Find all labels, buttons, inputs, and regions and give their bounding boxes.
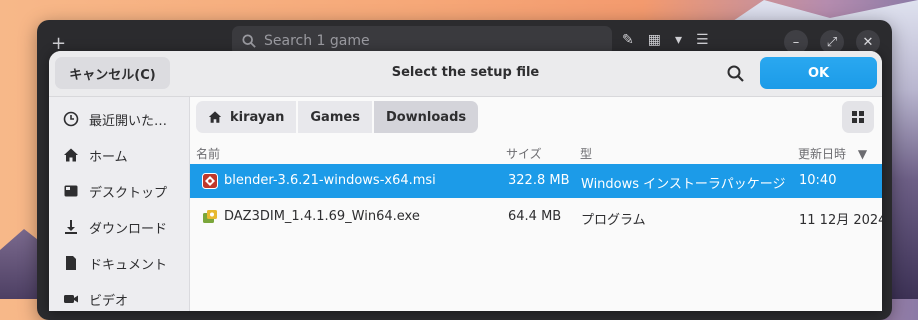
- search-icon[interactable]: [725, 63, 747, 85]
- grid-view-icon[interactable]: ▦: [648, 32, 661, 48]
- sidebar-item-home[interactable]: ホーム: [63, 145, 128, 165]
- breadcrumb: kirayan Games Downloads: [196, 101, 479, 133]
- tools-icon[interactable]: ✎: [622, 32, 634, 48]
- file-size: 64.4 MB: [508, 209, 562, 224]
- sidebar-item-label: ドキュメント: [89, 257, 168, 273]
- file-modified: 11 12月 2024: [799, 213, 882, 228]
- download-icon: [65, 220, 77, 234]
- sidebar-item-label: ダウンロード: [89, 221, 168, 237]
- search-placeholder: Search 1 game: [264, 33, 370, 49]
- sidebar-item-videos[interactable]: ビデオ: [63, 289, 128, 309]
- sidebar-item-label: ビデオ: [89, 293, 129, 309]
- msi-package-icon: [202, 173, 218, 189]
- places-sidebar: 最近開いた… ホーム デスクトップ ダウンロード ドキュメント ビデオ: [49, 97, 190, 311]
- file-row[interactable]: DAZ3DIM_1.4.1.69_Win64.exe 64.4 MB プログラム…: [190, 200, 882, 234]
- ok-button[interactable]: OK: [760, 57, 877, 89]
- sidebar-item-documents[interactable]: ドキュメント: [63, 253, 167, 273]
- sidebar-item-label: デスクトップ: [89, 185, 168, 201]
- sidebar-item-label: 最近開いた…: [89, 113, 168, 129]
- grid-view-icon: [852, 111, 864, 123]
- video-icon: [64, 295, 78, 303]
- file-browser: kirayan Games Downloads 名前 サイズ 型 更新日時 ▼ …: [190, 97, 882, 311]
- file-type: Windows インストーラパッケージ: [581, 177, 786, 192]
- file-name: blender-3.6.21-windows-x64.msi: [224, 173, 436, 188]
- exe-program-icon: [203, 210, 217, 223]
- home-icon: [64, 148, 78, 162]
- sort-descending-icon: ▼: [857, 147, 868, 161]
- home-icon: [208, 111, 222, 123]
- clock-icon: [63, 111, 79, 127]
- dialog-title: Select the setup file: [391, 65, 540, 80]
- breadcrumb-label: Downloads: [385, 109, 467, 125]
- breadcrumb-label: kirayan: [230, 109, 285, 125]
- file-row[interactable]: blender-3.6.21-windows-x64.msi 322.8 MB …: [190, 164, 882, 198]
- sidebar-item-desktop[interactable]: デスクトップ: [63, 181, 167, 201]
- dialog-header: キャンセル(C) Select the setup file OK: [49, 51, 882, 97]
- search-icon: [242, 34, 256, 48]
- breadcrumb-label: Games: [310, 109, 360, 125]
- column-header-type[interactable]: 型: [580, 145, 592, 162]
- file-name: DAZ3DIM_1.4.1.69_Win64.exe: [224, 209, 420, 224]
- sidebar-item-downloads[interactable]: ダウンロード: [63, 217, 167, 237]
- column-header-label: 更新日時: [798, 147, 847, 161]
- document-icon: [66, 256, 76, 270]
- breadcrumb-downloads[interactable]: Downloads: [373, 101, 479, 133]
- sidebar-item-label: ホーム: [89, 149, 128, 165]
- menu-icon[interactable]: ☰: [696, 32, 709, 48]
- grid-view-button[interactable]: [842, 101, 874, 133]
- sidebar-item-recent[interactable]: 最近開いた…: [63, 109, 167, 129]
- file-type: プログラム: [581, 213, 646, 228]
- chevron-down-icon[interactable]: ▾: [675, 32, 682, 48]
- file-modified: 10:40: [799, 173, 837, 188]
- column-header-modified[interactable]: 更新日時 ▼: [798, 145, 867, 162]
- breadcrumb-games[interactable]: Games: [298, 101, 372, 133]
- column-header-name[interactable]: 名前: [196, 145, 220, 162]
- file-size: 322.8 MB: [508, 173, 570, 188]
- column-header-size[interactable]: サイズ: [506, 145, 542, 162]
- breadcrumb-home[interactable]: kirayan: [196, 101, 297, 133]
- desktop-icon: [64, 185, 78, 197]
- file-chooser-dialog: キャンセル(C) Select the setup file OK 最近開いた……: [49, 51, 882, 311]
